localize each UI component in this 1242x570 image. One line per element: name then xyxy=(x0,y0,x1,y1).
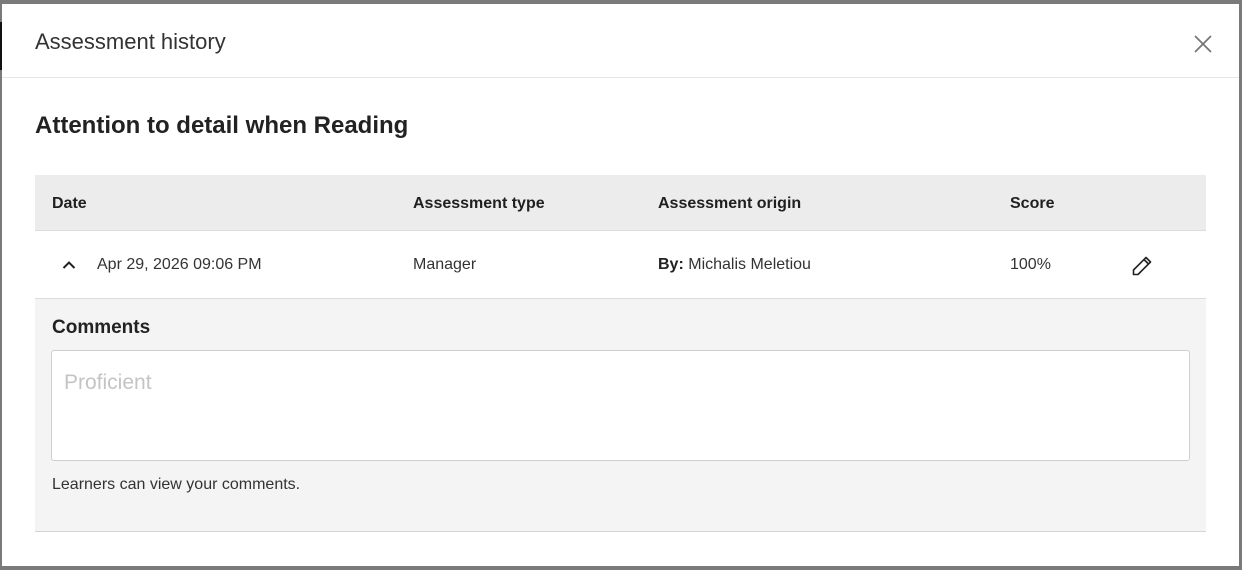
collapse-row-button[interactable] xyxy=(59,255,79,275)
row-assessment-type: Manager xyxy=(413,256,477,273)
expanded-row-details: Comments Learners can view your comments… xyxy=(35,299,1206,532)
table-header: Date Assessment type Assessment origin S… xyxy=(35,175,1206,231)
assessment-table: Date Assessment type Assessment origin S… xyxy=(35,175,1206,532)
close-button[interactable] xyxy=(1187,28,1219,60)
dialog-title: Assessment history xyxy=(35,29,226,54)
comments-helper-text: Learners can view your comments. xyxy=(52,476,301,493)
skill-title: Attention to detail when Reading xyxy=(35,112,409,139)
column-header-type: Assessment type xyxy=(413,195,545,212)
dialog-header: Assessment history xyxy=(2,4,1239,78)
row-score: 100% xyxy=(1010,256,1051,273)
chevron-up-icon xyxy=(62,261,76,269)
assessment-history-dialog: Assessment history Attention to detail w… xyxy=(2,4,1239,566)
origin-name: Michalis Meletiou xyxy=(688,256,811,273)
edit-assessment-button[interactable] xyxy=(1129,253,1155,279)
comments-label: Comments xyxy=(52,317,151,338)
close-icon xyxy=(1194,35,1212,53)
table-row: Apr 29, 2026 09:06 PM Manager By: Michal… xyxy=(35,231,1206,299)
row-assessment-origin: By: Michalis Meletiou xyxy=(658,256,811,274)
origin-prefix: By: xyxy=(658,256,684,273)
row-date: Apr 29, 2026 09:06 PM xyxy=(97,256,262,273)
pencil-icon xyxy=(1132,256,1152,276)
column-header-origin: Assessment origin xyxy=(658,195,802,212)
column-header-score: Score xyxy=(1010,195,1055,212)
comments-textarea[interactable] xyxy=(51,350,1190,461)
column-header-date: Date xyxy=(52,195,87,212)
